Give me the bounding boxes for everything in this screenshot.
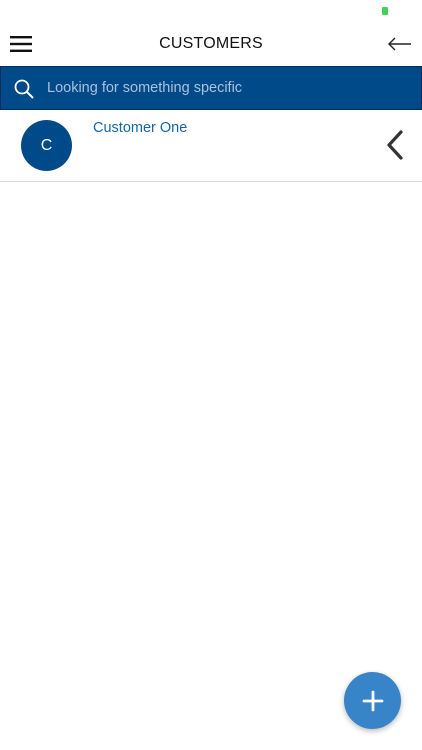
plus-icon: [362, 690, 383, 711]
avatar: C: [21, 120, 72, 171]
search-bar: [0, 66, 422, 110]
status-bar: [0, 0, 422, 22]
add-customer-button[interactable]: [344, 672, 401, 729]
back-button[interactable]: [386, 26, 414, 62]
chevron-left-icon: [387, 130, 403, 160]
battery-icon: [382, 7, 388, 15]
search-icon: [14, 79, 34, 99]
app-header: CUSTOMERS: [0, 22, 422, 66]
page-title: CUSTOMERS: [159, 35, 263, 52]
customer-list-item[interactable]: C Customer One: [0, 110, 422, 182]
search-input[interactable]: [45, 73, 407, 103]
arrow-left-icon: [388, 37, 411, 51]
customer-list: C Customer One: [0, 110, 422, 182]
customer-name: Customer One: [93, 120, 188, 136]
